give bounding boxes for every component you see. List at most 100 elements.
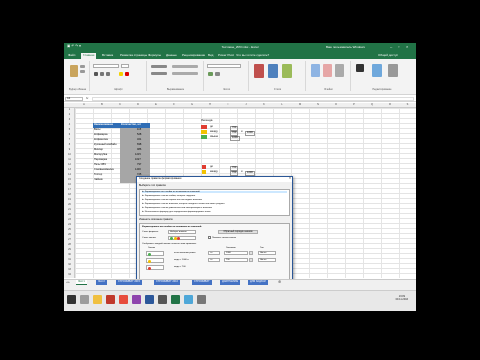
tab-page-layout[interactable]: Разметка страницы xyxy=(120,54,147,57)
bold-icon[interactable] xyxy=(94,72,98,76)
italic-icon[interactable] xyxy=(100,72,104,76)
row-header[interactable]: 14 xyxy=(64,173,75,177)
fx-icon[interactable]: fx xyxy=(86,97,88,100)
table-cell-name[interactable]: Чайник xyxy=(94,178,103,182)
sheet-nav-icon[interactable]: ◂ ▸ xyxy=(66,281,70,284)
rule3-icon-select[interactable] xyxy=(146,265,164,270)
legend2-value2[interactable]: 1000 xyxy=(245,171,255,176)
rule1-range-picker-icon[interactable] xyxy=(249,251,253,255)
column-header[interactable]: G xyxy=(183,103,201,107)
legend-value[interactable]: 700 xyxy=(230,131,239,136)
conditional-formatting-icon[interactable] xyxy=(254,64,264,78)
delete-cells-icon[interactable] xyxy=(323,64,332,77)
rule2-range-picker-icon[interactable] xyxy=(249,258,253,262)
excel-icon[interactable] xyxy=(171,295,180,304)
table-cell-name[interactable]: Миксер xyxy=(94,148,103,152)
column-header[interactable]: J xyxy=(237,103,255,107)
row-header[interactable]: 17 xyxy=(64,188,75,192)
rule1-type-select[interactable]: Число xyxy=(258,251,276,255)
fill-color-icon[interactable] xyxy=(119,72,123,76)
currency-icon[interactable] xyxy=(208,72,213,76)
row-header[interactable]: 10 xyxy=(64,153,75,157)
table-cell-qty[interactable]: 797 xyxy=(137,163,141,167)
rule-type-list[interactable]: ► Форматировать все ячейки на основании … xyxy=(139,189,290,216)
pdf-app-icon[interactable] xyxy=(106,295,115,304)
name-box[interactable]: C4 xyxy=(65,97,83,101)
column-header[interactable]: I xyxy=(219,103,237,107)
column-header[interactable]: S xyxy=(399,103,416,107)
rule2-value-input[interactable]: 700 xyxy=(224,258,248,262)
rule1-icon-select[interactable] xyxy=(146,251,164,256)
rule2-icon-select[interactable] xyxy=(146,258,164,263)
row-header[interactable]: 5 xyxy=(64,128,75,132)
merge-center-icon[interactable] xyxy=(172,72,198,75)
row-header[interactable]: 1 xyxy=(64,108,75,112)
rule-type-item[interactable]: ► Использовать формулу для определения ф… xyxy=(142,211,211,213)
tab-data[interactable]: Данные xyxy=(166,54,177,57)
row-header[interactable]: 4 xyxy=(64,123,75,127)
row-header[interactable]: 24 xyxy=(64,223,75,227)
row-header[interactable]: 13 xyxy=(64,168,75,172)
row-header[interactable]: 25 xyxy=(64,228,75,232)
copy-icon[interactable] xyxy=(80,70,85,73)
column-header[interactable]: R xyxy=(381,103,399,107)
column-header[interactable]: B xyxy=(93,103,111,107)
close-icon[interactable]: × xyxy=(406,45,408,49)
rule2-type-select[interactable]: Число xyxy=(258,258,276,262)
font-size-select[interactable] xyxy=(121,64,129,68)
app-icon[interactable] xyxy=(119,295,128,304)
row-header[interactable]: 30 xyxy=(64,253,75,257)
rule-type-item[interactable]: ► Форматировать все ячейки на основании … xyxy=(142,191,287,194)
maximize-icon[interactable]: ▫ xyxy=(398,45,399,49)
row-header[interactable]: 29 xyxy=(64,248,75,252)
column-header[interactable]: A xyxy=(75,103,93,107)
row-header[interactable]: 23 xyxy=(64,218,75,222)
row-header[interactable]: 21 xyxy=(64,208,75,212)
column-header[interactable]: F xyxy=(165,103,183,107)
row-header[interactable]: 7 xyxy=(64,138,75,142)
reverse-icon-order-button[interactable]: Обратный порядок значков xyxy=(218,230,258,234)
column-header[interactable]: L xyxy=(273,103,291,107)
icon-only-checkbox[interactable] xyxy=(208,236,211,239)
align-top-icon[interactable] xyxy=(151,65,167,68)
dialog-close-icon[interactable]: × xyxy=(289,176,291,181)
icon-style-select[interactable] xyxy=(168,236,196,240)
align-left-icon[interactable] xyxy=(151,72,167,75)
cut-icon[interactable] xyxy=(80,65,85,68)
table-cell-name[interactable]: Весы xyxy=(94,128,100,132)
table-cell-qty[interactable]: 115 xyxy=(137,128,141,132)
row-header[interactable]: 3 xyxy=(64,118,75,122)
tab-insert[interactable]: Вставка xyxy=(102,54,113,57)
row-header[interactable]: 11 xyxy=(64,158,75,162)
row-header[interactable]: 31 xyxy=(64,258,75,262)
table-cell-qty[interactable]: 1027 xyxy=(135,158,141,162)
legend-value2[interactable]: 1000 xyxy=(245,131,255,136)
column-header[interactable]: M xyxy=(291,103,309,107)
cell-styles-icon[interactable] xyxy=(282,64,292,78)
underline-icon[interactable] xyxy=(106,72,110,76)
app-icon[interactable] xyxy=(197,295,206,304)
table-cell-name[interactable]: Печь СВЧ xyxy=(94,163,106,167)
table-cell-name[interactable]: Тостер xyxy=(94,173,102,177)
row-header[interactable]: 20 xyxy=(64,203,75,207)
table-cell-qty[interactable]: 1215 xyxy=(135,153,141,157)
table-cell-name[interactable]: Мясорубка xyxy=(94,153,107,157)
row-header[interactable]: 33 xyxy=(64,268,75,272)
minimize-icon[interactable]: – xyxy=(390,45,392,49)
row-header[interactable]: 32 xyxy=(64,263,75,267)
row-header[interactable]: 28 xyxy=(64,243,75,247)
legend-value[interactable]: 700 xyxy=(230,126,239,131)
file-explorer-icon[interactable] xyxy=(93,295,102,304)
format-style-select[interactable]: Наборы значков xyxy=(168,230,196,234)
font-color-icon[interactable] xyxy=(125,72,129,76)
format-as-table-icon[interactable] xyxy=(268,64,278,78)
column-header[interactable]: K xyxy=(255,103,273,107)
app-icon[interactable] xyxy=(158,295,167,304)
rule-type-item[interactable]: ► Форматировать только первые или послед… xyxy=(142,199,202,201)
percent-icon[interactable] xyxy=(215,72,220,76)
legend2-value[interactable]: 700 xyxy=(230,171,239,176)
format-cells-icon[interactable] xyxy=(335,64,344,77)
start-icon[interactable] xyxy=(67,295,76,304)
column-header[interactable]: O xyxy=(327,103,345,107)
tab-review[interactable]: Рецензирование xyxy=(182,54,205,57)
